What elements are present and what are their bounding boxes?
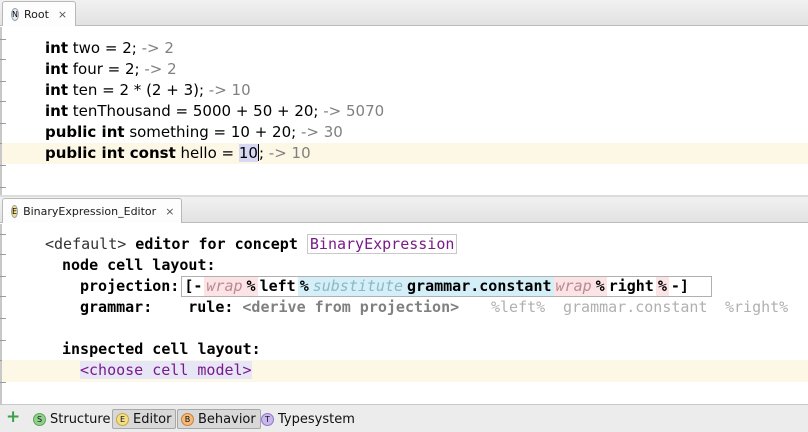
code-line-current[interactable]: public int const hello = 10; -> 10 [45,143,311,164]
behavior-icon: B [181,412,194,426]
tab-root[interactable]: N Root × [2,1,76,26]
root-editor-pane[interactable]: int two = 2; -> 2 int four = 2; -> 2 int… [0,27,808,195]
aspect-label: Editor [133,411,172,427]
cell-wrap[interactable]: wrap [553,277,594,296]
cell-open[interactable]: [- [182,277,204,296]
grammar-hint-left: %left% [491,298,546,316]
code-line[interactable]: int four = 2; -> 2 [45,59,177,80]
cell-percent[interactable]: % [297,277,311,296]
editor-gutter [0,27,6,195]
aspect-tabs-bar: + S Structure E Editor B Behavior T Type… [0,404,808,432]
projection-row[interactable]: projection: [- wrap% left% substitute grammar… [80,276,712,297]
editor-header[interactable]: <default> editor for concept BinaryExpre… [45,234,458,255]
rule-value[interactable]: <derive from projection> [242,298,459,316]
tab-behavior[interactable]: B Behavior [177,409,261,429]
grammar-hint-right: %right% [725,298,789,316]
top-tab-strip: N Root × [0,0,808,26]
cell-close[interactable]: -] [669,277,711,296]
projection-cells[interactable]: [- wrap% left% substitute grammar.constant wr… [181,276,712,297]
cell-wrap[interactable]: wrap [204,277,245,296]
tab-binaryexpression-editor[interactable]: E BinaryExpression_Editor × [2,198,182,223]
typesystem-icon: T [261,412,274,426]
cell-percent[interactable]: % [593,277,607,296]
structure-icon: S [33,412,46,426]
tab-label: BinaryExpression_Editor [23,204,157,218]
selected-value[interactable]: 10 [238,144,258,162]
aspect-label: Behavior [198,411,256,427]
concept-editor-pane[interactable]: <default> editor for concept BinaryExpre… [0,224,808,404]
cell-percent[interactable]: % [244,277,258,296]
cell-right[interactable]: right [607,277,656,296]
inspected-cell-layout-label: inspected cell layout: [62,340,261,358]
cell-percent[interactable]: % [655,277,669,296]
grammar-hint-constant: grammar.constant [563,298,708,316]
code-line[interactable]: int ten = 2 * (2 + 3); -> 10 [45,80,251,101]
choose-cell-model[interactable]: <choose cell model> [80,361,252,379]
tab-typesystem[interactable]: T Typesystem [258,409,359,429]
editor-icon: E [116,412,129,426]
add-aspect-icon[interactable]: + [6,407,20,427]
code-line[interactable]: int tenThousand = 5000 + 50 + 20; -> 507… [45,101,384,122]
tab-editor[interactable]: E Editor [112,409,177,429]
choose-cell-model-row[interactable]: <choose cell model> [80,360,252,381]
cell-grammar-constant[interactable]: grammar.constant [405,277,554,296]
node-cell-layout-label: node cell layout: [62,256,216,274]
tab-structure[interactable]: S Structure [30,409,114,429]
code-line[interactable]: public int something = 10 + 20; -> 30 [45,122,343,143]
concept-reference[interactable]: BinaryExpression [306,234,458,254]
close-icon[interactable]: × [165,205,174,218]
aspect-label: Typesystem [278,411,355,427]
tab-label: Root [23,7,49,21]
editor-aspect-icon: E [11,204,19,218]
grammar-row[interactable]: grammar: rule: <derive from projection> [80,297,459,318]
node-icon: N [11,7,19,21]
cell-left[interactable]: left [258,277,298,296]
editor-tab-strip: E BinaryExpression_Editor × [0,197,808,223]
aspect-label: Structure [50,411,111,427]
code-line[interactable]: int two = 2; -> 2 [45,38,174,59]
cell-substitute[interactable]: substitute [310,277,406,296]
close-icon[interactable]: × [58,8,67,21]
